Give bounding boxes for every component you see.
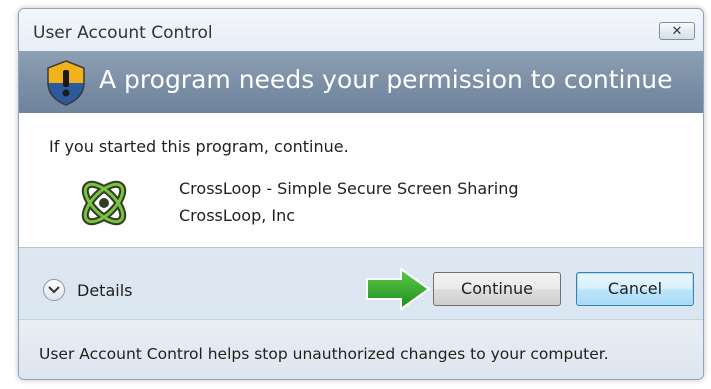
close-button[interactable]: ✕ (659, 22, 695, 40)
permission-banner: A program needs your permission to conti… (19, 51, 703, 113)
uac-dialog: User Account Control ✕ A program needs y… (18, 8, 704, 380)
footer: User Account Control helps stop unauthor… (19, 319, 703, 379)
program-publisher: CrossLoop, Inc (179, 206, 296, 225)
details-toggle[interactable]: Details (43, 277, 132, 303)
cancel-button[interactable]: Cancel (576, 272, 694, 306)
banner-title: A program needs your permission to conti… (99, 65, 673, 94)
green-arrow-icon (366, 268, 431, 310)
window-title: User Account Control (33, 23, 213, 43)
crossloop-logo-icon (81, 180, 127, 226)
continue-button[interactable]: Continue (433, 272, 561, 306)
content-area: If you started this program, continue. C… (19, 113, 703, 247)
uac-shield-icon (47, 60, 85, 106)
title-bar: User Account Control ✕ (19, 9, 703, 51)
chevron-down-icon[interactable] (43, 279, 65, 301)
intro-text: If you started this program, continue. (49, 137, 349, 156)
footer-text: User Account Control helps stop unauthor… (39, 345, 609, 363)
details-label[interactable]: Details (77, 281, 132, 300)
program-name: CrossLoop - Simple Secure Screen Sharing (179, 179, 519, 198)
divider (19, 247, 703, 248)
